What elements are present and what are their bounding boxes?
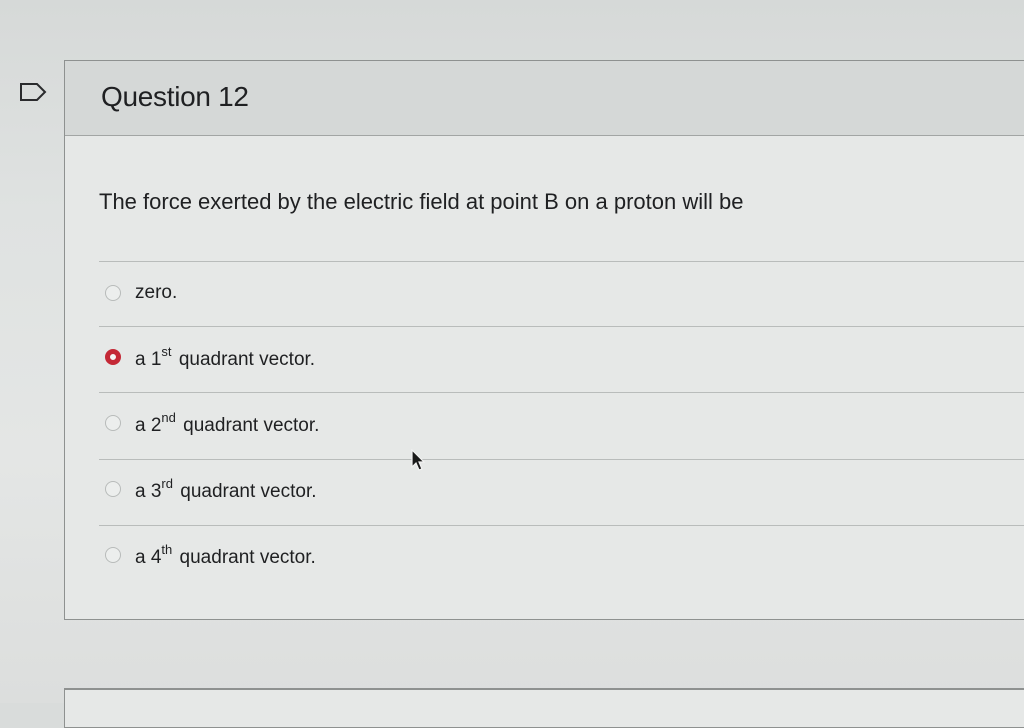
question-prompt: The force exerted by the electric field …	[99, 189, 744, 214]
radio-button[interactable]	[105, 547, 121, 563]
option-3rd-quadrant[interactable]: a 3rd quadrant vector.	[105, 469, 317, 509]
question-title: Question 12	[101, 81, 249, 112]
option-divider	[99, 459, 1024, 460]
option-label: a 3rd quadrant vector.	[135, 475, 317, 502]
option-divider	[99, 261, 1024, 262]
radio-button[interactable]	[105, 415, 121, 431]
option-1st-quadrant[interactable]: a 1st quadrant vector.	[105, 337, 315, 377]
flag-question-icon[interactable]	[18, 82, 48, 102]
radio-button-selected[interactable]	[105, 349, 121, 365]
option-divider	[99, 326, 1024, 327]
option-4th-quadrant[interactable]: a 4th quadrant vector.	[105, 535, 316, 575]
radio-button[interactable]	[105, 285, 121, 301]
option-label: a 1st quadrant vector.	[135, 343, 316, 370]
option-divider	[99, 525, 1024, 526]
option-label: zero.	[135, 282, 178, 303]
question-header: Question 12	[65, 61, 1024, 136]
option-2nd-quadrant[interactable]: a 2nd quadrant vector.	[105, 403, 319, 443]
radio-button[interactable]	[105, 481, 121, 497]
option-label: a 2nd quadrant vector.	[135, 409, 320, 436]
next-question-card	[64, 688, 1024, 728]
option-zero[interactable]: zero.	[105, 273, 177, 313]
option-label: a 4th quadrant vector.	[135, 541, 316, 568]
option-divider	[99, 392, 1024, 393]
question-card: Question 12 The force exerted by the ele…	[64, 60, 1024, 620]
mouse-pointer-icon	[411, 449, 426, 471]
